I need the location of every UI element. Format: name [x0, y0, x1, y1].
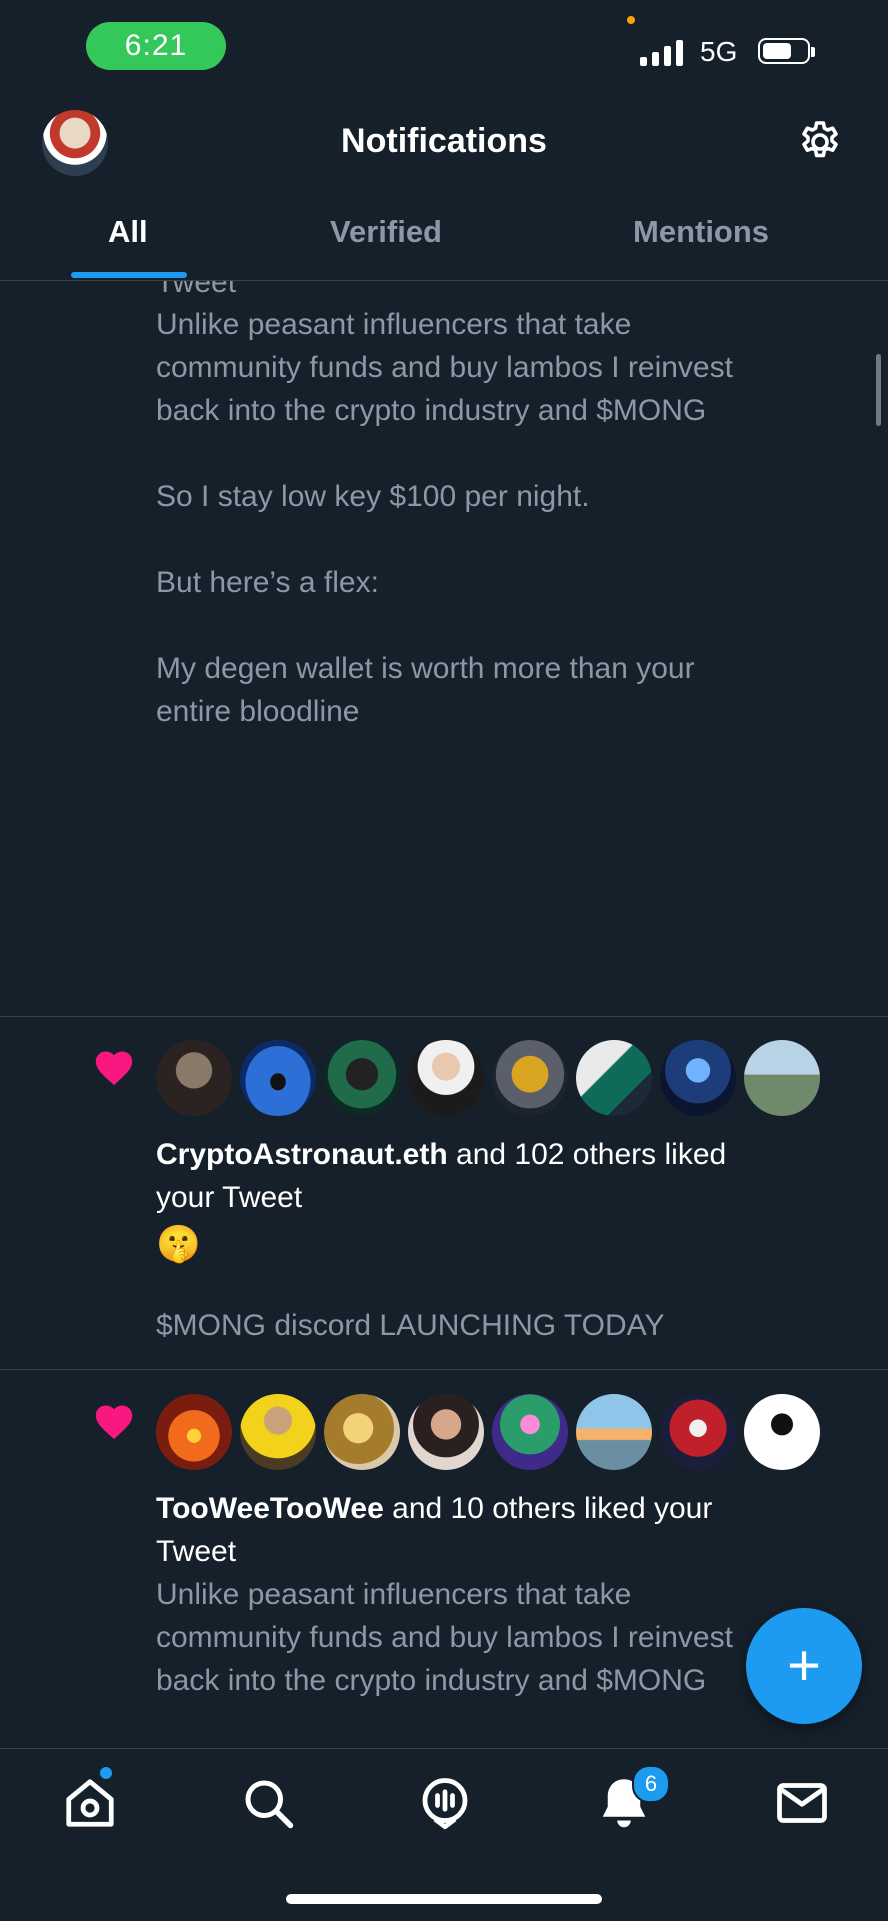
- avatar[interactable]: [156, 1394, 232, 1470]
- avatar[interactable]: [240, 1394, 316, 1470]
- status-bar: 6:21 5G: [0, 0, 888, 100]
- home-new-indicator: [100, 1767, 112, 1779]
- avatar[interactable]: [492, 1394, 568, 1470]
- network-type: 5G: [700, 36, 738, 67]
- messages-envelope-icon[interactable]: [772, 1773, 832, 1833]
- privacy-indicator-dot: [627, 16, 635, 24]
- avatar[interactable]: [240, 1040, 316, 1116]
- avatar[interactable]: [576, 1040, 652, 1116]
- status-time: 6:21: [86, 22, 226, 70]
- spaces-icon[interactable]: [415, 1773, 475, 1833]
- avatar[interactable]: [324, 1040, 400, 1116]
- header: Notifications All Verified Mentions: [0, 100, 888, 281]
- avatar[interactable]: [744, 1394, 820, 1470]
- notification-item-liked[interactable]: CryptoAstronaut.eth and 102 others liked…: [0, 1016, 888, 1370]
- tab-mentions[interactable]: Mentions: [633, 214, 769, 250]
- avatar[interactable]: [156, 1040, 232, 1116]
- notification-tabs: All Verified Mentions: [0, 200, 888, 280]
- notification-summary: TooWeeTooWee and 10 others liked your Tw…: [156, 1487, 836, 1573]
- liker-username[interactable]: CryptoAstronaut.eth: [156, 1138, 448, 1171]
- notification-item-liked[interactable]: Tweet Unlike peasant influencers that ta…: [0, 281, 888, 1017]
- avatar[interactable]: [408, 1394, 484, 1470]
- active-tab-indicator: [71, 272, 187, 278]
- tab-verified[interactable]: Verified: [330, 214, 442, 250]
- liker-avatars: [156, 1394, 820, 1470]
- scrollbar[interactable]: [876, 354, 881, 426]
- avatar[interactable]: [576, 1394, 652, 1470]
- page-title: Notifications: [341, 122, 547, 160]
- notifications-count-badge: 6: [632, 1765, 670, 1803]
- avatar[interactable]: [660, 1040, 736, 1116]
- tweet-text: Unlike peasant influencers that take com…: [156, 308, 733, 728]
- tweet-emoji: 🤫: [156, 1223, 201, 1264]
- partial-label: Tweet: [156, 281, 237, 299]
- tab-all[interactable]: All: [108, 214, 148, 250]
- home-indicator-bar[interactable]: [286, 1894, 602, 1904]
- settings-gear-icon[interactable]: [796, 118, 844, 166]
- heart-icon: [95, 1051, 133, 1086]
- notifications-feed[interactable]: Tweet Unlike peasant influencers that ta…: [0, 281, 888, 1748]
- liker-username[interactable]: TooWeeTooWee: [156, 1492, 384, 1525]
- home-icon[interactable]: [60, 1773, 120, 1833]
- battery-icon: [758, 38, 815, 64]
- notification-summary: CryptoAstronaut.eth and 102 others liked…: [156, 1133, 836, 1219]
- liker-avatars: [156, 1040, 820, 1116]
- tweet-text: $MONG discord LAUNCHING TODAY: [156, 1309, 665, 1342]
- search-icon[interactable]: [238, 1773, 298, 1833]
- avatar[interactable]: [408, 1040, 484, 1116]
- compose-tweet-button[interactable]: +: [746, 1608, 862, 1724]
- signal-strength-icon: [640, 38, 683, 66]
- avatar[interactable]: [744, 1040, 820, 1116]
- avatar[interactable]: [492, 1040, 568, 1116]
- avatar[interactable]: [660, 1394, 736, 1470]
- avatar[interactable]: [324, 1394, 400, 1470]
- heart-icon: [95, 1405, 133, 1440]
